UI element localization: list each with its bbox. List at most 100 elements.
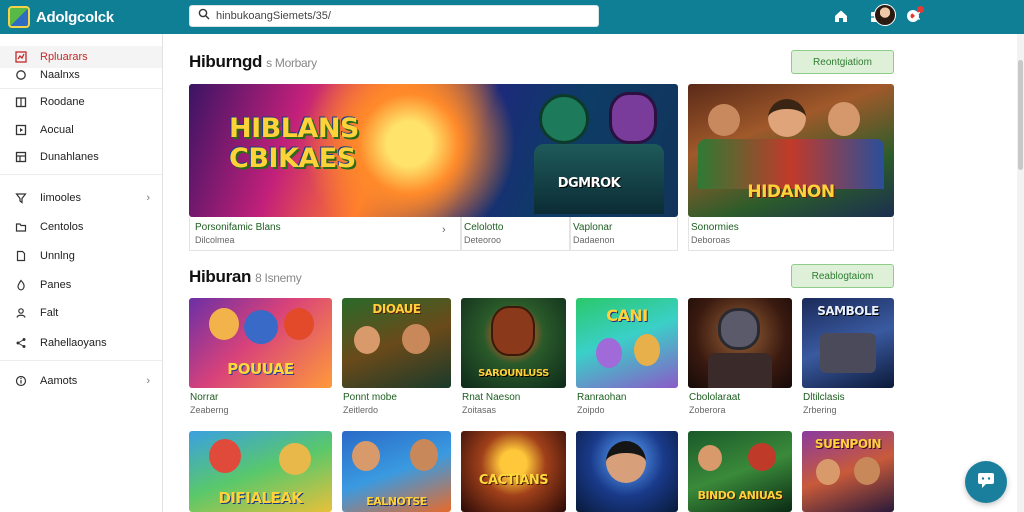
character-head-icon [410, 439, 438, 471]
app-logo[interactable]: Adolgcolck [8, 6, 188, 28]
game-card[interactable]: CANI Ranraohan Zoipdo [576, 298, 678, 420]
character-head-icon [491, 306, 535, 356]
game-thumb-title: SAMBOLE [817, 304, 879, 318]
section-action-button[interactable]: Reontgiatiom [791, 50, 894, 74]
sidebar: Rpluarars Naalnxs Roodane Aocual Dunahla… [0, 34, 163, 512]
character-head-icon [768, 99, 806, 137]
grid-icon [14, 150, 28, 164]
game-card[interactable]: EALNOTSE [342, 431, 451, 512]
card-title: Sonormies [691, 222, 739, 233]
featured-thumb-title: HIBLANS CBIKAES [229, 113, 359, 174]
card-meta: Deboroas [691, 235, 731, 245]
game-thumb-title: DIOAUE [372, 302, 421, 316]
sidebar-item-centolos[interactable]: Centolos [0, 216, 162, 238]
sidebar-item-dunahlanes[interactable]: Dunahlanes [0, 146, 162, 168]
scrollbar-thumb[interactable] [1018, 60, 1023, 170]
sidebar-divider [0, 88, 162, 89]
person-icon [14, 306, 28, 320]
sidebar-item-label: Rpluarars [40, 51, 88, 63]
filter-icon [14, 191, 28, 205]
character-head-icon [634, 334, 660, 366]
game-thumb-title: CANI [606, 306, 648, 325]
search-icon [198, 7, 210, 25]
weapon-icon [820, 333, 876, 373]
sidebar-item-label: Dunahlanes [40, 151, 99, 163]
sidebar-item-aamots[interactable]: Aamots › [0, 370, 162, 392]
search-bar[interactable] [189, 5, 599, 27]
featured-thumbnail: HIBLANS CBIKAES DGMROK [189, 84, 678, 217]
game-card[interactable]: SAMBOLE Dltilclasis Zrbering [802, 298, 894, 420]
character-head-icon [354, 326, 380, 354]
chat-button[interactable] [965, 461, 1007, 503]
featured-card[interactable]: HIDANON Sonormies Deboroas [688, 84, 894, 251]
sidebar-item-falt[interactable]: Falt [0, 302, 162, 324]
game-thumbnail: CACTIANS [461, 431, 566, 512]
game-thumbnail: EALNOTSE [342, 431, 451, 512]
character-head-icon [209, 439, 241, 473]
game-card[interactable]: SUENPOIN [802, 431, 894, 512]
sidebar-item-unnlng[interactable]: Unnlng [0, 245, 162, 267]
card-meta: Zoipdo [577, 405, 605, 415]
card-title: Norrar [190, 392, 219, 403]
sidebar-item-label: Iimooles [40, 192, 81, 204]
avatar[interactable] [874, 4, 896, 26]
character-head-icon [209, 308, 239, 340]
chevron-right-icon: › [442, 224, 446, 236]
sidebar-item-label: Naalnxs [40, 69, 80, 81]
character-head-icon [352, 441, 380, 471]
game-card[interactable]: DIOAUE Ponnt mobe Zeitlerdo [342, 298, 451, 420]
section-action-button[interactable]: Reablogtaiom [791, 264, 894, 288]
featured-caption: Celolotto Deteoroo [461, 217, 570, 251]
sidebar-item-label: Centolos [40, 221, 84, 233]
sidebar-item-panes[interactable]: Panes [0, 274, 162, 296]
game-thumbnail: BINDO ANIUAS [688, 431, 792, 512]
search-input[interactable] [216, 7, 586, 25]
card-meta: Zoitasas [462, 405, 497, 415]
character-head-icon [244, 310, 278, 344]
game-thumbnail [576, 431, 678, 512]
share-icon [14, 336, 28, 350]
character-head-icon [708, 104, 740, 136]
character-head-icon [748, 443, 776, 471]
game-card[interactable]: CACTIANS [461, 431, 566, 512]
section-subtitle: s Morbary [266, 56, 317, 70]
featured-card[interactable]: HIBLANS CBIKAES DGMROK Porsonifamic Blan… [189, 84, 678, 251]
sidebar-item-naalnxs[interactable]: Naalnxs [0, 64, 162, 86]
game-card[interactable]: DIFIALEAK [189, 431, 332, 512]
app-title: Adolgcolck [36, 8, 114, 26]
character-head-icon [854, 457, 880, 485]
sidebar-item-roodane[interactable]: Roodane [0, 91, 162, 113]
game-card[interactable]: BINDO ANIUAS [688, 431, 792, 512]
chevron-right-icon: › [146, 375, 150, 387]
section-title: Hiburan 8 Isnemy [189, 267, 302, 287]
card-title: Rnat Naeson [462, 392, 521, 403]
character-head-icon [828, 102, 860, 136]
logo-mark-icon [8, 6, 30, 28]
game-thumb-title: CACTIANS [478, 473, 549, 488]
sidebar-divider [0, 174, 162, 175]
game-card[interactable] [576, 431, 678, 512]
character-head-icon [609, 92, 657, 144]
game-card[interactable]: SAROUNLUSS Rnat Naeson Zoitasas [461, 298, 566, 420]
close-icon[interactable]: ✕ [908, 8, 924, 24]
game-thumbnail: SAROUNLUSS [461, 298, 566, 388]
game-thumb-title: BINDO ANIUAS [697, 489, 783, 502]
sidebar-item-label: Roodane [40, 96, 85, 108]
sidebar-item-iimooles[interactable]: Iimooles › [0, 187, 162, 209]
game-card[interactable]: POUUAE Norrar Zeaberng [189, 298, 332, 420]
section-title: Hiburngd s Morbary [189, 52, 317, 72]
sidebar-item-aocual[interactable]: Aocual [0, 119, 162, 141]
game-thumb-title: SAROUNLUSS [478, 368, 549, 379]
home-icon[interactable] [830, 5, 852, 27]
character-head-icon [596, 338, 622, 368]
card-meta: Dilcolmea [195, 235, 235, 245]
featured-caption: Porsonifamic Blans Dilcolmea › [189, 217, 461, 251]
section-subtitle: 8 Isnemy [255, 271, 302, 285]
game-thumbnail: SUENPOIN [802, 431, 894, 512]
sidebar-item-rahellaoyans[interactable]: Rahellaoyans [0, 332, 162, 354]
flame-icon [14, 278, 28, 292]
card-meta: Zeaberng [190, 405, 229, 415]
card-meta: Zrbering [803, 405, 837, 415]
game-card[interactable]: Cbololaraat Zoberora [688, 298, 792, 420]
square-play-icon [14, 123, 28, 137]
